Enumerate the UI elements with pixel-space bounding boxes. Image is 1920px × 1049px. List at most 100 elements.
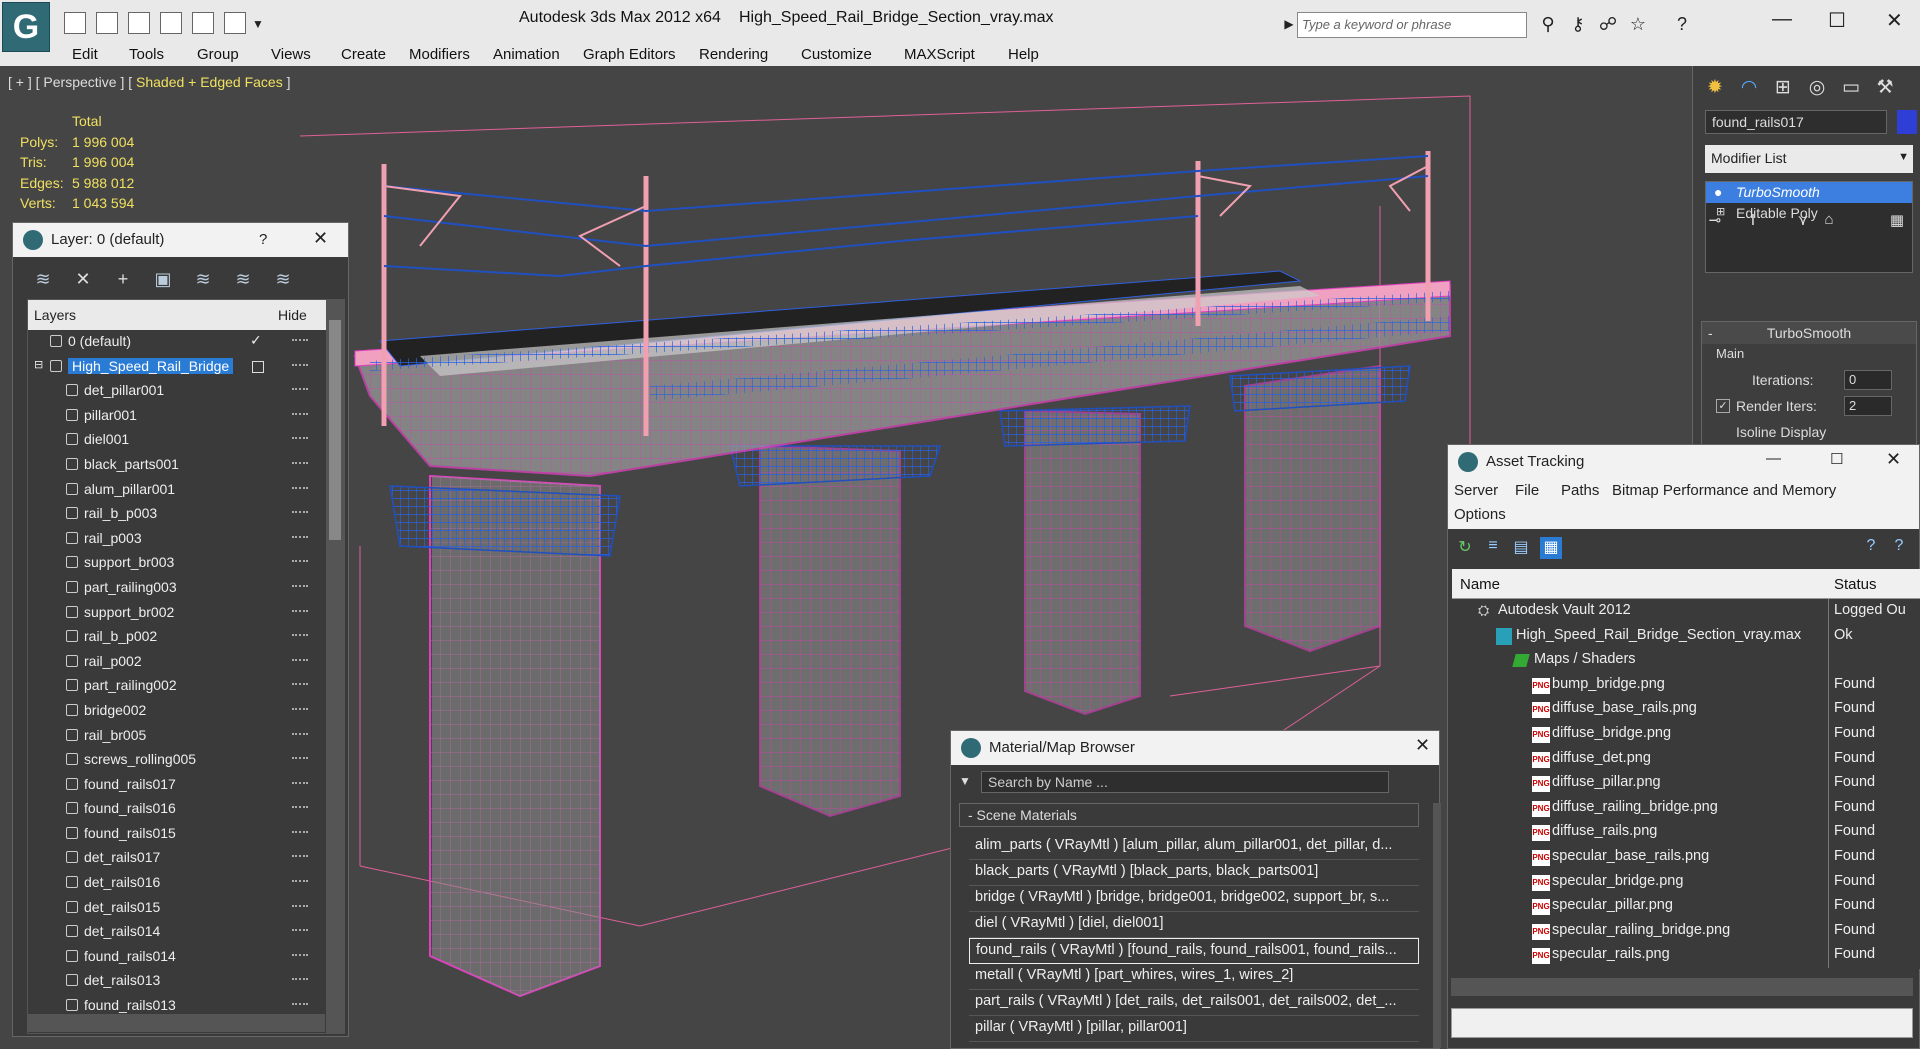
binoculars-icon[interactable]: ⚲	[1536, 12, 1560, 36]
app-logo-icon[interactable]: G	[2, 2, 50, 52]
material-row[interactable]: pillar ( VRayMtl ) [pillar, pillar001]	[969, 1016, 1419, 1042]
pin-stack-icon[interactable]: ⊸	[1701, 211, 1729, 237]
menu-customize[interactable]: Customize	[801, 46, 872, 63]
object-row[interactable]: pillar001	[28, 404, 344, 429]
menu-rendering[interactable]: Rendering	[699, 46, 768, 63]
object-row[interactable]: rail_p003	[28, 527, 344, 552]
iterations-spinner[interactable]: 0	[1844, 370, 1892, 390]
object-row[interactable]: part_railing003	[28, 576, 344, 601]
refresh-icon[interactable]: ↻	[1454, 537, 1476, 559]
hide-toggle[interactable]	[292, 339, 308, 341]
object-row[interactable]: rail_p002	[28, 650, 344, 675]
hide-toggle[interactable]	[292, 412, 308, 415]
asset-row[interactable]: PNG diffuse_rails.png Found	[1452, 820, 1920, 845]
hide-toggle[interactable]	[292, 683, 308, 686]
hide-toggle[interactable]	[292, 978, 308, 981]
save-icon[interactable]	[96, 12, 118, 34]
column-name[interactable]: Name	[1460, 576, 1500, 593]
viewport-label[interactable]: [ + ] [ Perspective ] [ Shaded + Edged F…	[8, 74, 291, 90]
hide-toggle[interactable]	[292, 363, 308, 366]
menu-edit[interactable]: Edit	[72, 46, 98, 63]
create-tab-icon[interactable]: ✹	[1701, 76, 1729, 102]
object-row[interactable]: det_rails015	[28, 896, 344, 921]
hide-toggle[interactable]	[292, 830, 308, 833]
hide-toggle[interactable]	[292, 535, 308, 538]
object-row[interactable]: found_rails014	[28, 945, 344, 970]
fetch-icon[interactable]	[224, 12, 246, 34]
object-row[interactable]: support_br002	[28, 601, 344, 626]
help-icon[interactable]: ?	[1860, 537, 1882, 559]
object-row[interactable]: support_br003	[28, 551, 344, 576]
hide-toggle[interactable]	[292, 1003, 308, 1006]
layer-vertical-scrollbar[interactable]	[326, 300, 344, 1033]
rollout-header[interactable]: - TurboSmooth	[1702, 322, 1916, 344]
options-dropdown-icon[interactable]: ▼	[959, 774, 971, 788]
menu-paths[interactable]: Paths	[1561, 482, 1599, 499]
chevron-down-icon[interactable]: ▼	[1898, 151, 1909, 163]
object-row[interactable]: found_rails015	[28, 822, 344, 847]
hide-toggle[interactable]	[292, 880, 308, 883]
hide-toggle[interactable]	[292, 388, 308, 391]
render-iters-checkbox[interactable]: ✓	[1716, 399, 1730, 413]
make-unique-icon[interactable]: ⋎	[1789, 211, 1817, 237]
menu-modifiers[interactable]: Modifiers	[409, 46, 470, 63]
object-row[interactable]: det_rails016	[28, 871, 344, 896]
layer-row[interactable]: High_Speed_Rail_Bridge ⊟	[28, 355, 344, 380]
menu-file[interactable]: File	[1515, 482, 1539, 499]
column-layers[interactable]: Layers	[34, 307, 76, 323]
motion-tab-icon[interactable]: ◎	[1803, 76, 1831, 102]
scene-materials-group[interactable]: - Scene Materials	[959, 803, 1419, 827]
hide-toggle[interactable]	[292, 855, 308, 858]
asset-row[interactable]: PNG diffuse_det.png Found	[1452, 747, 1920, 772]
hide-toggle[interactable]	[292, 781, 308, 784]
collapse-icon[interactable]: ⊟	[34, 358, 43, 371]
hierarchy-tab-icon[interactable]: ⊞	[1769, 76, 1797, 102]
show-end-result-icon[interactable]: Ⅰ	[1739, 211, 1767, 237]
hide-toggle[interactable]	[292, 511, 308, 514]
asset-horizontal-scrollbar[interactable]	[1451, 978, 1913, 996]
asset-panel-title-bar[interactable]: Asset Tracking — ☐ ✕	[1448, 445, 1919, 479]
render-iters-spinner[interactable]: 2	[1844, 396, 1892, 416]
asset-row[interactable]: PNG specular_rails.png Found	[1452, 943, 1920, 968]
menu-server[interactable]: Server	[1454, 482, 1498, 499]
asset-row[interactable]: PNG diffuse_railing_bridge.png Found	[1452, 796, 1920, 821]
hide-toggle[interactable]	[292, 437, 308, 440]
object-row[interactable]: found_rails017	[28, 773, 344, 798]
object-row[interactable]: black_parts001	[28, 453, 344, 478]
asset-row[interactable]: PNG specular_bridge.png Found	[1452, 870, 1920, 895]
layer-horizontal-scrollbar[interactable]	[27, 1014, 325, 1032]
close-icon[interactable]: ✕	[1415, 735, 1430, 756]
favorites-star-icon[interactable]: ☆	[1626, 12, 1650, 36]
material-panel-title-bar[interactable]: Material/Map Browser ✕	[951, 731, 1439, 765]
list-view-icon[interactable]: ≡	[1482, 537, 1504, 559]
current-layer-check-icon[interactable]: ✓	[250, 332, 262, 349]
configure-sets-icon[interactable]: ▦	[1883, 211, 1911, 237]
hide-toggle[interactable]	[292, 732, 308, 735]
material-search-input[interactable]: Search by Name ...	[981, 771, 1389, 793]
material-vertical-scrollbar[interactable]	[1433, 803, 1441, 1048]
utilities-tab-icon[interactable]: ⚒	[1871, 76, 1899, 102]
viewport-label-prefix[interactable]: [ + ] [ Perspective ] [	[8, 74, 136, 90]
material-row[interactable]: alim_parts ( VRayMtl ) [alum_pillar, alu…	[969, 834, 1419, 860]
add-to-layer-icon[interactable]: +	[111, 269, 135, 291]
help-info-icon[interactable]: ?	[1888, 537, 1910, 559]
asset-row[interactable]: PNG diffuse_bridge.png Found	[1452, 722, 1920, 747]
hide-toggle[interactable]	[292, 584, 308, 587]
material-row[interactable]: diel ( VRayMtl ) [diel, diel001]	[969, 912, 1419, 938]
material-row[interactable]: part_rails ( VRayMtl ) [det_rails, det_r…	[969, 990, 1419, 1016]
object-row[interactable]: bridge002	[28, 699, 344, 724]
hide-toggle[interactable]	[292, 707, 308, 710]
menu-animation[interactable]: Animation	[493, 46, 560, 63]
hide-toggle[interactable]	[292, 757, 308, 760]
object-row[interactable]: det_pillar001	[28, 379, 344, 404]
close-icon[interactable]: ✕	[1886, 449, 1901, 470]
hide-toggle[interactable]	[292, 953, 308, 956]
search-input[interactable]: Type a keyword or phrase	[1297, 12, 1527, 38]
modify-tab-icon[interactable]: ◠	[1735, 76, 1763, 102]
close-icon[interactable]: ✕	[313, 228, 328, 249]
material-row[interactable]: black_parts ( VRayMtl ) [black_parts, bl…	[969, 860, 1419, 886]
highlight-layer-icon[interactable]: ≋	[191, 269, 215, 291]
asset-row[interactable]: PNG diffuse_pillar.png Found	[1452, 771, 1920, 796]
asset-row[interactable]: High_Speed_Rail_Bridge_Section_vray.max O…	[1452, 624, 1920, 649]
display-tab-icon[interactable]: ▭	[1837, 76, 1865, 102]
